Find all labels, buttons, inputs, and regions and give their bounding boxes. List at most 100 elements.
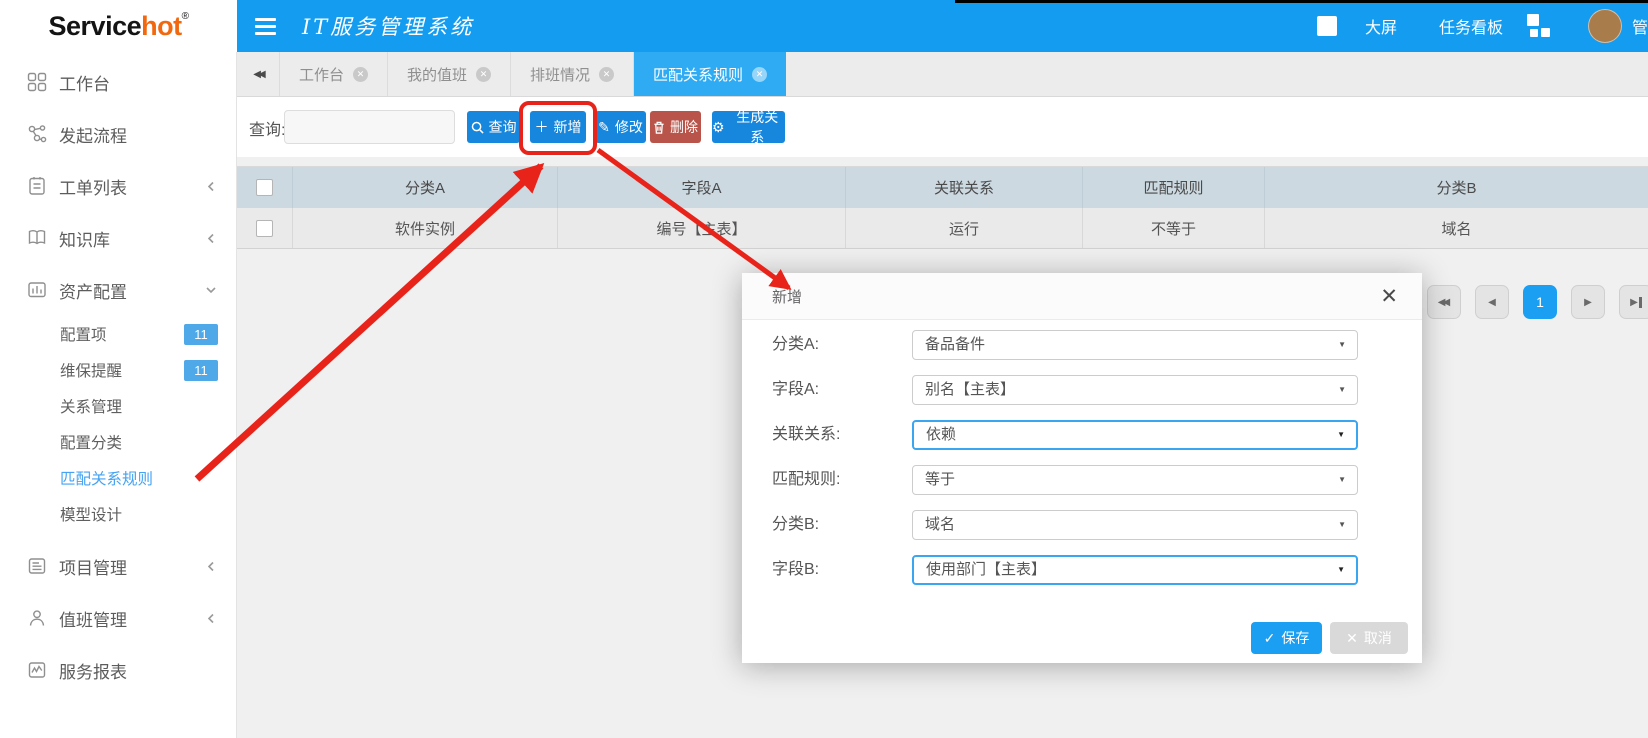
tab-my-duty[interactable]: 我的值班 ✕ xyxy=(388,52,511,96)
sidebar-subitem-config-category[interactable]: 配置分类 xyxy=(0,424,236,460)
chevron-left-icon xyxy=(205,559,218,574)
sidebar-item-service-reports[interactable]: 服务报表 xyxy=(0,644,236,696)
project-icon xyxy=(27,556,47,576)
chevron-down-icon xyxy=(204,283,218,297)
chevron-left-icon xyxy=(205,611,218,626)
field-label: 匹配规则: xyxy=(772,465,892,495)
add-button[interactable]: ＋ 新增 xyxy=(530,111,586,143)
tab-close-icon[interactable]: ✕ xyxy=(599,67,614,82)
sidebar-item-asset-config[interactable]: 资产配置 xyxy=(0,264,236,316)
sidebar-subitem-model-design[interactable]: 模型设计 xyxy=(0,496,236,532)
field-field-a: 字段A: 别名【主表】▼ xyxy=(742,375,1422,405)
sidebar-item-knowledge-base[interactable]: 知识库 xyxy=(0,212,236,264)
query-button[interactable]: 查询 xyxy=(467,111,520,143)
app-window: Servicehot® IT服务管理系统 大屏 任务看板 管 工作台 发起流程 xyxy=(0,0,1648,738)
field-b-select[interactable]: 使用部门【主表】▼ xyxy=(912,555,1358,585)
generate-relation-button[interactable]: ⚙ 生成关系 xyxy=(712,111,785,143)
task-board-link[interactable]: 任务看板 xyxy=(1439,14,1503,38)
column-header: 字段A xyxy=(558,167,846,208)
table-row[interactable]: 软件实例 编号【主表】 运行 不等于 域名 xyxy=(237,208,1648,249)
dropdown-arrow-icon: ▼ xyxy=(1338,376,1346,404)
chevron-left-icon xyxy=(205,179,218,194)
logo-area: Servicehot® xyxy=(0,0,237,52)
first-page-button[interactable]: ◀◀ xyxy=(1427,285,1461,319)
field-label: 字段A: xyxy=(772,375,892,405)
tab-bar: ◀◀ 工作台 ✕ 我的值班 ✕ 排班情况 ✕ 匹配关系规则 ✕ xyxy=(237,52,1648,97)
search-icon xyxy=(471,121,484,134)
row-checkbox[interactable] xyxy=(256,220,273,237)
sidebar-subitem-relation-mgmt[interactable]: 关系管理 xyxy=(0,388,236,424)
add-dialog: 新增 ✕ 分类A: 备品备件▼ 字段A: 别名【主表】▼ 关联关系: 依赖▼ 匹… xyxy=(742,273,1422,663)
tab-match-relation-rules[interactable]: 匹配关系规则 ✕ xyxy=(634,52,786,96)
field-match-rule: 匹配规则: 等于▼ xyxy=(742,465,1422,495)
tab-close-icon[interactable]: ✕ xyxy=(476,67,491,82)
column-header: 关联关系 xyxy=(846,167,1083,208)
sidebar-item-label: 服务报表 xyxy=(59,658,127,683)
grid-icon xyxy=(27,72,47,92)
hamburger-menu-icon[interactable] xyxy=(255,18,276,35)
sidebar-item-work-orders[interactable]: 工单列表 xyxy=(0,160,236,212)
check-icon: ✓ xyxy=(1264,630,1276,647)
big-screen-link[interactable]: 大屏 xyxy=(1365,14,1397,38)
column-header: 匹配规则 xyxy=(1083,167,1265,208)
sidebar-item-workbench[interactable]: 工作台 xyxy=(0,56,236,108)
tab-close-icon[interactable]: ✕ xyxy=(353,67,368,82)
apps-grid-icon[interactable] xyxy=(1527,14,1552,38)
select-all-checkbox[interactable] xyxy=(256,179,273,196)
asset-chart-icon xyxy=(27,280,47,300)
tab-workbench[interactable]: 工作台 ✕ xyxy=(280,52,388,96)
search-input[interactable] xyxy=(284,110,455,144)
current-page-button[interactable]: 1 xyxy=(1523,285,1557,319)
fullscreen-icon[interactable] xyxy=(1317,16,1337,36)
cell-match-rule: 不等于 xyxy=(1083,208,1265,248)
sidebar-subitem-match-relation-rules[interactable]: 匹配关系规则 xyxy=(0,460,236,496)
registered-mark: ® xyxy=(182,11,189,22)
sidebar-item-project-mgmt[interactable]: 项目管理 xyxy=(0,540,236,592)
book-icon xyxy=(27,228,47,248)
top-black-strip xyxy=(955,0,1648,3)
delete-button[interactable]: 删除 xyxy=(650,111,701,143)
sidebar-subitem-maintenance-reminder[interactable]: 维保提醒 11 xyxy=(0,352,236,388)
logo-text-hot: hot xyxy=(141,11,181,41)
tab-close-icon[interactable]: ✕ xyxy=(752,67,767,82)
tab-label: 匹配关系规则 xyxy=(653,64,743,85)
close-icon[interactable]: ✕ xyxy=(1376,282,1402,311)
sidebar-subitem-config-items[interactable]: 配置项 11 xyxy=(0,316,236,352)
category-b-select[interactable]: 域名▼ xyxy=(912,510,1358,540)
last-page-button[interactable]: ▶ xyxy=(1619,285,1648,319)
dropdown-arrow-icon: ▼ xyxy=(1338,466,1346,494)
sidebar-item-duty-mgmt[interactable]: 值班管理 xyxy=(0,592,236,644)
avatar[interactable] xyxy=(1588,9,1622,43)
x-icon: ✕ xyxy=(1346,630,1358,647)
sidebar-subitem-label: 关系管理 xyxy=(60,395,122,417)
sidebar-item-label: 工单列表 xyxy=(59,174,127,199)
tab-label: 我的值班 xyxy=(407,64,467,85)
category-a-select[interactable]: 备品备件▼ xyxy=(912,330,1358,360)
tab-label: 排班情况 xyxy=(530,64,590,85)
plus-icon: ＋ xyxy=(535,120,549,134)
next-page-button[interactable]: ▶ xyxy=(1571,285,1605,319)
rules-table: 分类A 字段A 关联关系 匹配规则 分类B 软件实例 编号【主表】 运行 不等于… xyxy=(237,166,1648,249)
sidebar-item-label: 发起流程 xyxy=(59,122,127,147)
save-button[interactable]: ✓ 保存 xyxy=(1251,622,1322,654)
top-header: IT服务管理系统 大屏 任务看板 管 xyxy=(237,0,1648,52)
sidebar-subitem-label: 模型设计 xyxy=(60,503,122,525)
search-label: 查询: xyxy=(249,116,285,140)
relation-select[interactable]: 依赖▼ xyxy=(912,420,1358,450)
field-a-select[interactable]: 别名【主表】▼ xyxy=(912,375,1358,405)
person-icon xyxy=(27,608,47,628)
sidebar-item-label: 值班管理 xyxy=(59,606,127,631)
field-category-a: 分类A: 备品备件▼ xyxy=(742,330,1422,360)
cancel-button[interactable]: ✕ 取消 xyxy=(1330,622,1408,654)
match-rule-select[interactable]: 等于▼ xyxy=(912,465,1358,495)
tab-shift-schedule[interactable]: 排班情况 ✕ xyxy=(511,52,634,96)
sidebar-item-start-flow[interactable]: 发起流程 xyxy=(0,108,236,160)
prev-page-button[interactable]: ◀ xyxy=(1475,285,1509,319)
work-order-list-icon xyxy=(27,176,47,196)
collapse-tabs-icon[interactable]: ◀◀ xyxy=(237,52,280,96)
edit-button[interactable]: ✎ 修改 xyxy=(595,111,646,143)
servicehot-logo: Servicehot® xyxy=(49,11,189,42)
gear-icon: ⚙ xyxy=(712,120,725,134)
report-pulse-icon xyxy=(27,660,47,680)
app-title: IT服务管理系统 xyxy=(302,11,474,41)
